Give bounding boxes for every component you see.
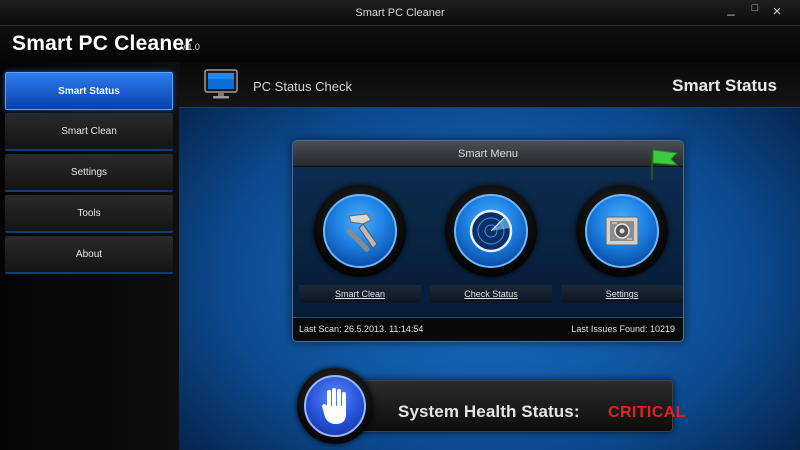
section-header: PC Status Check Smart Status bbox=[179, 62, 800, 108]
sidebar-item-smart-status[interactable]: Smart Status bbox=[5, 72, 173, 110]
sidebar: Smart Status Smart Clean Settings Tools … bbox=[0, 62, 178, 450]
radar-icon bbox=[469, 209, 513, 253]
smart-menu-header: Smart Menu bbox=[293, 141, 683, 167]
check-status-link[interactable]: Check Status bbox=[430, 285, 552, 303]
last-issues-text: Last Issues Found: 10219 bbox=[571, 324, 675, 334]
health-status-label: System Health Status: bbox=[398, 402, 580, 421]
smart-clean-ring bbox=[314, 185, 406, 277]
sidebar-item-settings[interactable]: Settings bbox=[5, 154, 173, 192]
smart-menu-panel: Smart Menu Smart Clean Check Status Sett… bbox=[292, 140, 684, 342]
smart-clean-menu-item[interactable]: Smart Clean bbox=[299, 185, 421, 305]
last-scan-text: Last Scan: 26.5.2013. 11:14:54 bbox=[299, 324, 424, 334]
settings-menu-item[interactable]: Settings bbox=[561, 185, 683, 305]
app-version: v.1.0 bbox=[181, 42, 200, 52]
sidebar-item-tools[interactable]: Tools bbox=[5, 195, 173, 233]
settings-ring bbox=[576, 185, 668, 277]
health-orb bbox=[304, 375, 366, 437]
app-header: Smart PC Cleaner v.1.0 bbox=[0, 26, 800, 62]
close-button[interactable]: × bbox=[768, 3, 786, 20]
stop-hand-icon bbox=[322, 388, 346, 424]
scan-info-bar: Last Scan: 26.5.2013. 11:14:54 Last Issu… bbox=[293, 317, 683, 341]
window-titlebar: Smart PC Cleaner _ □ × bbox=[0, 0, 800, 26]
app-name: Smart PC Cleaner bbox=[12, 32, 193, 55]
check-status-menu-item[interactable]: Check Status bbox=[430, 185, 552, 305]
health-icon-ring bbox=[297, 368, 373, 444]
maximize-button[interactable]: □ bbox=[746, 2, 764, 14]
settings-orb[interactable] bbox=[585, 194, 659, 268]
monitor-icon bbox=[204, 69, 238, 99]
green-flag-icon bbox=[651, 149, 679, 180]
window-title: Smart PC Cleaner bbox=[355, 7, 445, 19]
check-status-orb[interactable] bbox=[454, 194, 528, 268]
settings-link[interactable]: Settings bbox=[561, 285, 683, 303]
section-heading: Smart Status bbox=[672, 76, 777, 95]
section-title: PC Status Check bbox=[253, 79, 352, 94]
minimize-button[interactable]: _ bbox=[722, 1, 740, 16]
sidebar-item-smart-clean[interactable]: Smart Clean bbox=[5, 113, 173, 151]
smart-clean-orb[interactable] bbox=[323, 194, 397, 268]
smart-clean-link[interactable]: Smart Clean bbox=[299, 285, 421, 303]
system-health-status: System Health Status: CRITICAL bbox=[297, 368, 685, 444]
check-status-ring bbox=[445, 185, 537, 277]
sidebar-item-about[interactable]: About bbox=[5, 236, 173, 274]
hammer-icon bbox=[346, 213, 378, 252]
settings-panel-icon bbox=[605, 216, 639, 246]
health-status-value: CRITICAL bbox=[608, 404, 686, 421]
smart-menu-title: Smart Menu bbox=[458, 148, 518, 160]
main-content: PC Status Check Smart Status Smart Menu … bbox=[178, 62, 800, 450]
